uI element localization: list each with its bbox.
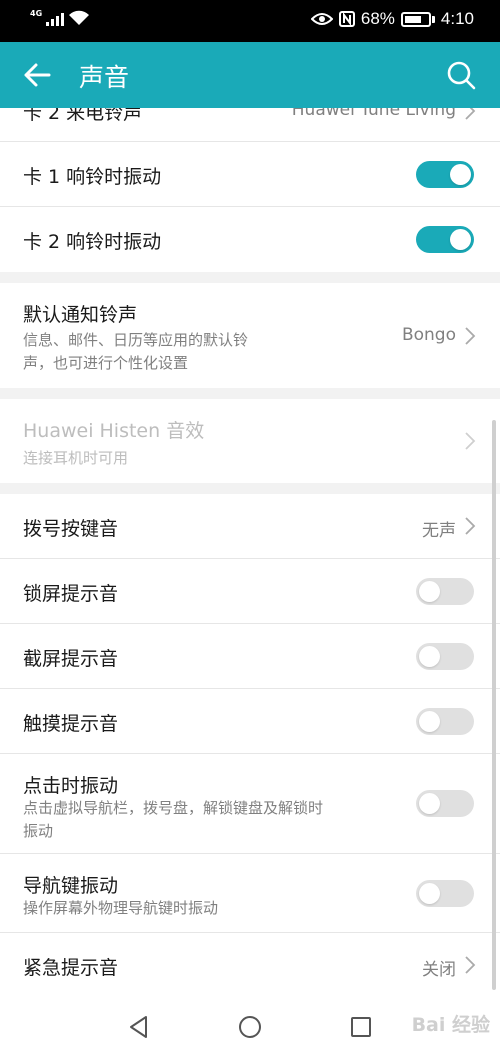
sim1-vibrate-toggle[interactable] [416, 161, 474, 188]
setting-row-tap-vibrate[interactable]: 点击时振动 点击虚拟导航栏，拨号盘，解锁键盘及解锁时 振动 [0, 754, 500, 854]
arrow-left-icon[interactable] [22, 60, 52, 90]
toggle-knob [419, 581, 440, 602]
setting-label: 点击时振动 [23, 775, 119, 797]
signal-icon [46, 10, 65, 26]
toggle-knob [450, 164, 471, 185]
setting-label: Huawei Histen 音效 [23, 420, 205, 442]
status-left: 4G [30, 9, 90, 26]
setting-row-touch-sound[interactable]: 触摸提示音 [0, 689, 500, 754]
setting-row-dial-tone[interactable]: 拨号按键音 无声 [0, 494, 500, 559]
battery-tip [431, 15, 435, 23]
toggle-knob [450, 229, 471, 250]
toggle-knob [419, 793, 440, 814]
setting-description: 操作屏幕外物理导航键时振动 [23, 899, 219, 917]
setting-description-line2: 声，也可进行个性化设置 [23, 354, 189, 372]
nav-key-vibrate-toggle[interactable] [416, 880, 474, 907]
setting-description-line1: 点击虚拟导航栏，拨号盘，解锁键盘及解锁时 [23, 799, 324, 817]
scrollbar[interactable] [492, 420, 496, 990]
setting-description: 连接耳机时可用 [23, 449, 129, 467]
toggle-knob [419, 883, 440, 904]
chevron-right-icon [465, 517, 476, 535]
navigation-bar: Bai 经验 [0, 996, 500, 1057]
wifi-icon [69, 10, 90, 25]
system-sounds-group: 拨号按键音 无声 锁屏提示音 截屏提示音 触摸提示音 点击时振动 点击虚拟导航栏… [0, 494, 500, 996]
setting-row-sim1-vibrate[interactable]: 卡 1 响铃时振动 [0, 142, 500, 207]
nfc-icon [338, 11, 355, 27]
square-recents-icon[interactable] [348, 1014, 374, 1040]
setting-label: 卡 2 响铃时振动 [23, 231, 162, 253]
setting-value: 无声 [422, 521, 456, 541]
watermark-logo: Bai 经验 [411, 1014, 490, 1036]
touch-sound-toggle[interactable] [416, 708, 474, 735]
setting-row-nav-key-vibrate[interactable]: 导航键振动 操作屏幕外物理导航键时振动 [0, 854, 500, 933]
setting-row-sim2-ringtone[interactable]: 卡 2 来电铃声 Huawei Tune Living [0, 108, 500, 142]
section-gap [0, 272, 500, 283]
toggle-knob [419, 646, 440, 667]
setting-description-line1: 信息、邮件、日历等应用的默认铃 [23, 331, 249, 349]
chevron-right-icon [465, 327, 476, 345]
histen-group: Huawei Histen 音效 连接耳机时可用 [0, 399, 500, 483]
setting-label: 截屏提示音 [23, 648, 119, 670]
battery-percent: 68% [360, 9, 395, 28]
setting-value: Huawei Tune Living [291, 108, 456, 120]
triangle-back-icon[interactable] [126, 1014, 152, 1040]
setting-label: 紧急提示音 [23, 957, 119, 979]
chevron-right-icon [465, 108, 476, 120]
status-right: 68% 4:10 [310, 9, 474, 29]
setting-description-line2: 振动 [23, 822, 54, 840]
setting-row-screenshot-sound[interactable]: 截屏提示音 [0, 624, 500, 689]
section-gap [0, 483, 500, 494]
battery-icon [400, 11, 431, 27]
toggle-knob [419, 711, 440, 732]
search-icon[interactable] [446, 60, 476, 90]
network-type: 4G [30, 9, 43, 18]
setting-value: Bongo [401, 325, 456, 345]
clock: 4:10 [440, 9, 474, 28]
section-gap [0, 388, 500, 399]
setting-value: 关闭 [422, 960, 456, 980]
chevron-right-icon [465, 956, 476, 974]
chevron-right-icon [465, 432, 476, 450]
lock-sound-toggle[interactable] [416, 578, 474, 605]
eye-comfort-icon [310, 13, 333, 25]
sim2-vibrate-toggle[interactable] [416, 226, 474, 253]
setting-label: 触摸提示音 [23, 713, 119, 735]
setting-label: 导航键振动 [23, 875, 119, 897]
setting-label: 拨号按键音 [23, 518, 119, 540]
setting-row-notification-tone[interactable]: 默认通知铃声 信息、邮件、日历等应用的默认铃 声，也可进行个性化设置 Bongo [0, 283, 500, 388]
screenshot-sound-toggle[interactable] [416, 643, 474, 670]
setting-label: 默认通知铃声 [23, 304, 138, 326]
circle-home-icon[interactable] [237, 1014, 263, 1040]
notification-group: 默认通知铃声 信息、邮件、日历等应用的默认铃 声，也可进行个性化设置 Bongo [0, 283, 500, 388]
setting-label: 卡 2 来电铃声 [23, 108, 143, 124]
page-title: 声音 [79, 63, 130, 92]
settings-list: 卡 2 来电铃声 Huawei Tune Living 卡 1 响铃时振动 卡 … [0, 108, 500, 996]
setting-label: 卡 1 响铃时振动 [23, 166, 162, 188]
setting-row-sim2-vibrate[interactable]: 卡 2 响铃时振动 [0, 207, 500, 272]
setting-row-lock-sound[interactable]: 锁屏提示音 [0, 559, 500, 624]
ringtone-group: 卡 2 来电铃声 Huawei Tune Living 卡 1 响铃时振动 卡 … [0, 108, 500, 272]
setting-row-histen: Huawei Histen 音效 连接耳机时可用 [0, 399, 500, 483]
status-bar: 4G 68% 4:10 [0, 0, 500, 42]
tap-vibrate-toggle[interactable] [416, 790, 474, 817]
setting-row-emergency-tone[interactable]: 紧急提示音 关闭 [0, 933, 500, 996]
setting-label: 锁屏提示音 [23, 583, 119, 605]
app-bar: 声音 [0, 42, 500, 108]
